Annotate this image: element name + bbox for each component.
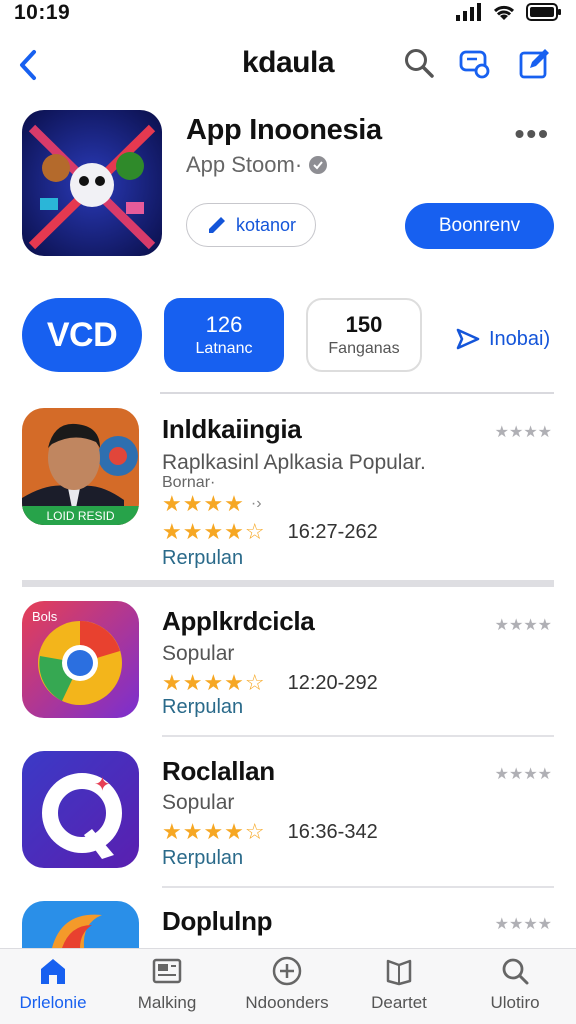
tab-marking-label: Malking [137, 993, 197, 1012]
featured-app-developer: App Stoom· [186, 152, 303, 177]
status-bar: 10:19 [0, 0, 576, 26]
app-icon-4[interactable] [22, 901, 139, 948]
chip-1-label: Latnanc [195, 340, 253, 357]
game-artwork-icon [22, 110, 162, 256]
edit-button[interactable] [518, 46, 552, 80]
app-1-subtitle-2: Bornar· [162, 474, 216, 491]
add-circle-icon [272, 956, 302, 986]
app-4-name[interactable]: Doplulnp [162, 906, 273, 937]
filter-link[interactable]: Inobai) [455, 326, 550, 352]
tab-search-label: Ulotiro [490, 993, 540, 1012]
featured-app-title: App Inoonesia [186, 114, 382, 146]
app-icon-3[interactable]: ✦ [22, 751, 139, 868]
app-1-stars: ★★★★☆ [162, 519, 266, 544]
home-icon [41, 959, 65, 984]
tab-marking[interactable]: Malking [112, 955, 222, 1013]
featured-app-subtitle: App Stoom· [186, 152, 328, 178]
search-icon [502, 958, 529, 985]
chip-1-number: 126 [205, 312, 243, 337]
battery-icon [526, 3, 561, 21]
send-icon [456, 328, 480, 350]
verified-icon [309, 156, 328, 174]
app-3-rating: ★★★★☆ 16:36-342 [162, 819, 378, 845]
tab-add-label: Ndoonders [245, 993, 329, 1012]
list-divider [162, 735, 554, 737]
portrait-icon [22, 408, 139, 525]
app-1-rating-text: 16:27-262 [287, 520, 378, 543]
app-1-extra-stars: ★★★★ [162, 491, 245, 516]
app-3-name[interactable]: Roclallan [162, 756, 275, 787]
search-icon [405, 49, 434, 78]
more-options-button[interactable]: ••• [515, 118, 550, 150]
app-icon-1-caption: LOID RESID [46, 509, 115, 523]
app-icon-2[interactable]: Bols [22, 601, 139, 718]
app-icon-2-caption: Bols [32, 609, 58, 624]
edit-icon [519, 49, 549, 79]
filter-chip-vcd[interactable]: VCD [22, 298, 142, 372]
chip-2-number: 150 [345, 312, 383, 337]
section-divider [22, 580, 554, 587]
chips-divider [160, 392, 554, 394]
app-1-mini-stars: ★★★★ [494, 424, 552, 441]
tab-add[interactable]: Ndoonders [232, 955, 342, 1013]
tab-bookmarks-label: Deartet [371, 993, 427, 1012]
q-logo-icon: ✦ [22, 751, 139, 868]
status-icons [456, 3, 562, 21]
chip-2-label: Fanganas [328, 340, 400, 357]
app-1-subtitle: Raplkasinl Aplkasia Popular. [162, 451, 426, 474]
secondary-action-label: kotanor [235, 214, 297, 235]
featured-app-icon[interactable] [22, 110, 162, 256]
app-2-category[interactable]: Rerpulan [162, 696, 243, 719]
app-3-mini-stars: ★★★★ [494, 766, 552, 783]
app-2-subtitle: Sopular [162, 642, 235, 665]
filter-chip-2[interactable]: 150 Fanganas [306, 298, 422, 372]
app-3-rating-text: 16:36-342 [287, 820, 378, 843]
app-2-rating-text: 12:20-292 [287, 671, 378, 694]
book-icon [386, 959, 412, 986]
tab-home-label: Drlelonie [19, 993, 87, 1012]
list-divider [162, 886, 554, 888]
app-3-category[interactable]: Rerpulan [162, 847, 243, 870]
wifi-icon [493, 5, 515, 20]
chip-vcd-label: VCD [46, 315, 118, 354]
app-3-stars: ★★★★☆ [162, 819, 266, 844]
status-time: 10:19 [14, 1, 71, 24]
app-4-artwork-icon [22, 901, 139, 948]
filter-link-label: Inobai) [489, 327, 551, 350]
share-icon [459, 50, 490, 79]
navigation-bar: kdaula [0, 40, 576, 90]
app-2-rating: ★★★★☆ 12:20-292 [162, 670, 378, 696]
app-1-name[interactable]: Inldkaiingia [162, 414, 302, 445]
app-3-subtitle: Sopular [162, 791, 235, 814]
app-4-mini-stars: ★★★★ [494, 916, 552, 933]
app-2-stars: ★★★★☆ [162, 670, 266, 695]
search-button[interactable] [402, 46, 436, 80]
tab-bookmarks[interactable]: Deartet [344, 955, 454, 1013]
tab-home[interactable]: Drlelonie [0, 955, 108, 1013]
share-button[interactable] [458, 46, 492, 80]
tab-search[interactable]: Ulotiro [460, 955, 570, 1013]
app-1-extra-rating: ★★★★ ·› [162, 491, 262, 516]
primary-action-button[interactable]: Boonrenv [405, 203, 554, 249]
newspaper-icon [152, 958, 182, 984]
app-2-name[interactable]: Applkrdcicla [162, 606, 315, 637]
app-1-rating: ★★★★☆ 16:27-262 [162, 519, 378, 545]
tab-bar: Drlelonie Malking Ndoonders Deartet Ulot… [0, 948, 576, 1024]
secondary-action-button[interactable]: kotanor [186, 203, 316, 247]
app-icon-1[interactable]: LOID RESID [22, 408, 139, 525]
signal-icon [456, 3, 481, 21]
svg-text:✦: ✦ [94, 772, 111, 796]
app-2-mini-stars: ★★★★ [494, 617, 552, 634]
pencil-icon [208, 217, 225, 233]
filter-chip-1[interactable]: 126 Latnanc [164, 298, 284, 372]
app-1-category[interactable]: Rerpulan [162, 547, 243, 570]
